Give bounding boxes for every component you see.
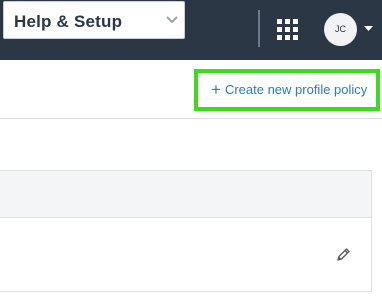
help-setup-menu[interactable]: Help & Setup bbox=[3, 1, 185, 39]
chevron-down-icon bbox=[166, 16, 178, 24]
user-avatar[interactable]: JC bbox=[324, 13, 357, 46]
plus-icon: + bbox=[211, 80, 221, 99]
pencil-edit-icon[interactable] bbox=[336, 247, 351, 262]
grid-apps-icon[interactable] bbox=[277, 19, 298, 40]
create-profile-policy-label: Create new profile policy bbox=[224, 82, 368, 97]
top-navigation-bar: Help & Setup JC bbox=[0, 0, 382, 60]
header-divider bbox=[258, 10, 260, 47]
profile-policy-table bbox=[0, 170, 372, 292]
table-header bbox=[0, 170, 372, 218]
table-row[interactable] bbox=[0, 218, 372, 292]
help-setup-label: Help & Setup bbox=[14, 12, 123, 31]
caret-down-icon[interactable] bbox=[364, 26, 373, 32]
create-profile-policy-link[interactable]: + Create new profile policy bbox=[194, 69, 380, 111]
